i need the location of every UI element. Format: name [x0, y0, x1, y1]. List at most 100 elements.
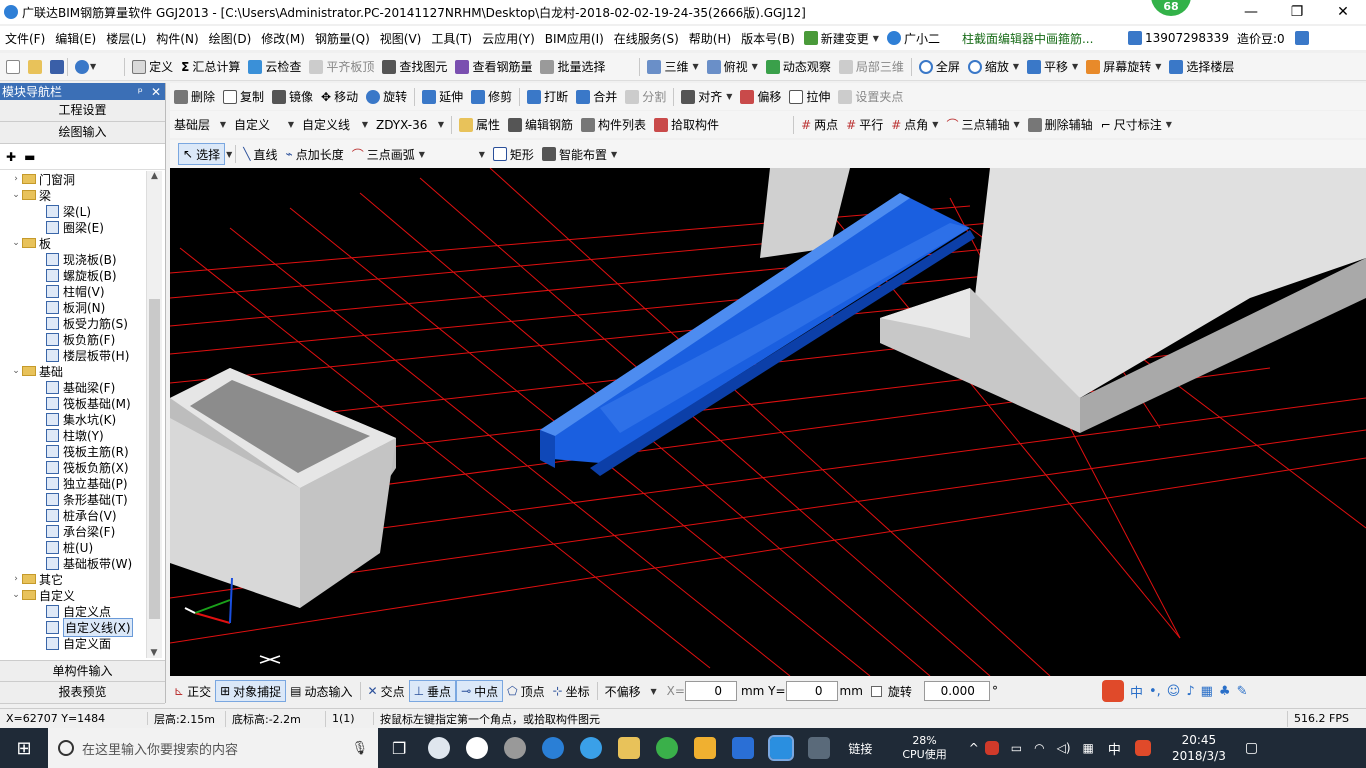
ime-toolbar[interactable]: 中 •, ☺ ♪ ▦ ♣ ✎ [1098, 680, 1252, 702]
summary-calc-button[interactable]: Σ 汇总计算 [177, 56, 244, 78]
three-point-arc-button[interactable]: ⌒ 三点画弧 ▼ [348, 143, 429, 165]
zoom-button[interactable]: 缩放 ▼ [964, 56, 1023, 78]
project-settings-button[interactable]: 工程设置 [0, 100, 165, 122]
type-select[interactable]: 自定义线 ▼ [298, 115, 372, 135]
select-floor-button[interactable]: 选择楼层 [1165, 56, 1238, 78]
network-icon[interactable]: ◠ [1034, 741, 1044, 755]
y-offset-input[interactable]: 0 [785, 681, 838, 701]
line-button[interactable]: ╲ 直线 [239, 143, 281, 165]
close-button[interactable]: ✕ [1320, 0, 1366, 24]
fullscreen-button[interactable]: 全屏 [915, 56, 964, 78]
zaojia-beans[interactable]: 造价豆:0 [1233, 27, 1289, 49]
notification-badge[interactable]: 68 [1151, 0, 1191, 16]
microphone-icon[interactable]: 🎙 [351, 741, 368, 756]
chevron-down-icon[interactable]: ⌄ [10, 366, 22, 376]
tree-item[interactable]: 自定义线(X) [0, 617, 162, 637]
tree-item[interactable]: 螺旋板(B) [0, 267, 162, 283]
edge-icon[interactable] [466, 737, 489, 759]
split-button[interactable]: 分割 [621, 86, 670, 108]
menu-file[interactable]: 文件(F) [0, 30, 50, 47]
cpu-usage[interactable]: 28% CPU使用 [902, 734, 946, 762]
tray-sogou-icon[interactable] [1134, 740, 1151, 756]
dimension-button[interactable]: ⌐ 尺寸标注 ▼ [1097, 114, 1176, 136]
tree-item[interactable]: 梁(L) [0, 203, 162, 219]
tray-expand-icon[interactable]: ^ [969, 741, 979, 755]
rotate-checkbox[interactable] [870, 685, 882, 697]
menu-draw[interactable]: 绘图(D) [204, 30, 257, 47]
swirl-app-icon[interactable] [504, 737, 527, 759]
tree-item[interactable]: 板受力筋(S) [0, 315, 162, 331]
tree-folder[interactable]: › 门窗洞 [0, 171, 162, 187]
tree-item[interactable]: 筏板主筋(R) [0, 443, 162, 459]
glodon-g-icon[interactable] [732, 737, 755, 759]
tree-folder[interactable]: ⌄ 自定义 [0, 587, 162, 603]
tree-folder[interactable]: › 其它 [0, 571, 162, 587]
rotate-angle-input[interactable]: 0.000 [923, 681, 990, 701]
tree-item[interactable]: 柱墩(Y) [0, 427, 162, 443]
tree-folder[interactable]: ⌄ 梁 [0, 187, 162, 203]
stretch-button[interactable]: 拉伸 [785, 86, 834, 108]
align-slab-top-button[interactable]: 平齐板顶 [305, 56, 378, 78]
user-account[interactable]: 13907298339 [1124, 27, 1233, 49]
tree-folder[interactable]: ⌄ 基础 [0, 363, 162, 379]
save-icon[interactable] [50, 59, 64, 74]
tray-ime-indicator[interactable]: 中 [1108, 739, 1121, 758]
delete-button[interactable]: 删除 [170, 86, 219, 108]
offset-button[interactable]: 偏移 [736, 86, 785, 108]
new-file-icon[interactable] [6, 59, 20, 74]
3d-viewport[interactable] [170, 168, 1366, 676]
menu-version[interactable]: 版本号(B) [736, 30, 800, 47]
scroll-down-icon[interactable]: ▼ [147, 648, 161, 658]
menu-modify[interactable]: 修改(M) [256, 30, 310, 47]
dynamic-input-toggle[interactable]: ▤ 动态输入 [286, 680, 356, 702]
chevron-down-icon[interactable]: ⌄ [10, 590, 22, 600]
keyboard-tray-icon[interactable]: ▦ [1083, 741, 1094, 755]
tree-item[interactable]: 楼层板带(H) [0, 347, 162, 363]
extend-button[interactable]: 延伸 [418, 86, 467, 108]
tree-item[interactable]: 承台梁(F) [0, 523, 162, 539]
windows-start-icon[interactable]: ⊞ [0, 738, 48, 759]
chevron-right-icon[interactable]: › [10, 574, 22, 584]
tray-red-icon[interactable] [984, 741, 999, 755]
tree-folder[interactable]: ⌄ 板 [0, 235, 162, 251]
menu-cloud[interactable]: 云应用(Y) [477, 30, 540, 47]
collapse-all-icon[interactable]: ▬ [24, 150, 35, 164]
component-name-select[interactable]: ZDYX-36 ▼ [372, 115, 448, 135]
three-point-axis-button[interactable]: ⌒ 三点辅轴 ▼ [942, 114, 1023, 136]
menu-bim[interactable]: BIM应用(I) [540, 30, 609, 47]
ortho-toggle[interactable]: ⊾ 正交 [170, 680, 215, 702]
mirror-button[interactable]: 镜像 [268, 86, 317, 108]
top-view-button[interactable]: 俯视 ▼ [703, 56, 762, 78]
pin-icon[interactable]: ᵖ [138, 85, 143, 99]
tree-item[interactable]: 集水坑(K) [0, 411, 162, 427]
tree-item[interactable]: 桩(U) [0, 539, 162, 555]
rotate-button[interactable]: 旋转 [362, 86, 411, 108]
3d-view-button[interactable]: 三维 ▼ [643, 56, 702, 78]
notes-app-icon[interactable] [694, 737, 717, 759]
maximize-button[interactable]: ❐ [1274, 0, 1320, 24]
align-button[interactable]: 对齐 ▼ [677, 86, 736, 108]
menu-floor[interactable]: 楼层(L) [101, 30, 151, 47]
upload-icon[interactable] [1294, 31, 1309, 45]
tree-item[interactable]: 基础板带(W) [0, 555, 162, 571]
vertex-snap[interactable]: ⬠ 顶点 [503, 680, 548, 702]
menu-rebar[interactable]: 钢筋量(Q) [310, 30, 375, 47]
arc-option-select[interactable]: ▼ [429, 144, 489, 164]
coordinate-snap[interactable]: ⊹ 坐标 [549, 680, 594, 702]
copy-button[interactable]: 复制 [219, 86, 268, 108]
glodon-ggj-icon[interactable] [768, 735, 795, 761]
menu-edit[interactable]: 编辑(E) [50, 30, 101, 47]
link-label[interactable]: 链接 [848, 740, 872, 757]
category-select[interactable]: 自定义 ▼ [230, 115, 298, 135]
tree-item[interactable]: 柱帽(V) [0, 283, 162, 299]
parallel-axis-button[interactable]: # 平行 [842, 114, 887, 136]
marquee-text[interactable]: 柱截面编辑器中画箍筋... [958, 27, 1108, 49]
merge-button[interactable]: 合并 [572, 86, 621, 108]
tree-item[interactable]: 板洞(N) [0, 299, 162, 315]
scroll-thumb[interactable] [149, 299, 160, 619]
scroll-up-icon[interactable]: ▲ [147, 171, 162, 181]
properties-button[interactable]: 属性 [455, 114, 504, 136]
window-app-icon[interactable] [808, 737, 831, 759]
chevron-right-icon[interactable]: › [10, 174, 22, 184]
intersection-snap[interactable]: ✕ 交点 [364, 680, 409, 702]
